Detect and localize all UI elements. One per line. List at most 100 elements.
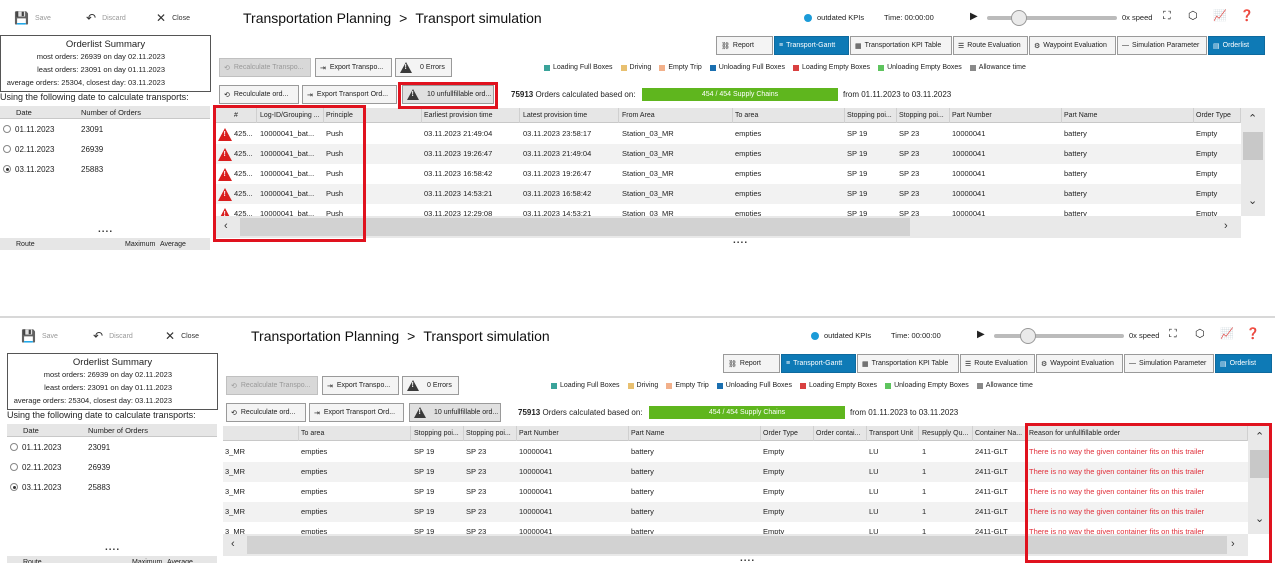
column-header[interactable]: Transport Unit [867, 426, 919, 441]
date-row[interactable]: 02.11.2023 26939 [0, 139, 210, 159]
column-header[interactable]: Part Name [1062, 108, 1194, 123]
column-header[interactable]: Stopping poi... [897, 108, 950, 123]
scroll-thumb[interactable] [247, 536, 1227, 554]
column-header[interactable]: Container Na... [973, 426, 1026, 441]
recalculate-transports-button[interactable]: ⟲ Recalculate Transpo... [226, 376, 318, 395]
tab-orderlist[interactable]: ▤ Orderlist [1208, 36, 1265, 55]
splitter-handle[interactable]: .... [98, 224, 113, 235]
scroll-thumb[interactable] [1243, 132, 1263, 160]
tab-simulation-parameter[interactable]: — Simulation Parameter [1124, 354, 1214, 373]
speed-slider[interactable] [994, 328, 1124, 344]
column-header[interactable]: Stopping poi... [464, 426, 517, 441]
horizontal-scrollbar[interactable]: ‹ › [223, 534, 1248, 556]
column-header[interactable]: From Area [620, 108, 733, 123]
column-header[interactable]: Latest provision time [521, 108, 619, 123]
fit-icon[interactable]: ⛶ [1163, 11, 1171, 22]
unfulfillable-orders-button[interactable]: 10 unfullfillable ord... [409, 403, 501, 422]
column-header[interactable]: # [232, 108, 257, 123]
table-row[interactable]: 3_MR empties SP 19 SP 23 10000041 battery Empt… [223, 442, 1248, 462]
scroll-up-icon[interactable]: ⌃ [1248, 114, 1257, 125]
date-row[interactable]: 02.11.2023 26939 [7, 457, 217, 477]
errors-button[interactable]: 0 Errors [395, 58, 452, 77]
save-button[interactable]: 💾 Save [21, 330, 58, 342]
recalculate-orders-button[interactable]: ⟲ Reculculate ord... [226, 403, 306, 422]
tab-report[interactable]: ⛓ Report [716, 36, 773, 55]
help-icon[interactable]: ❓ [1240, 11, 1254, 22]
tab-simulation-parameter[interactable]: — Simulation Parameter [1117, 36, 1207, 55]
tab-orderlist[interactable]: ▤ Orderlist [1215, 354, 1272, 373]
play-icon[interactable]: ▶ [970, 12, 978, 22]
scroll-thumb[interactable] [1250, 450, 1270, 478]
tab-transport-gantt[interactable]: ≡ Transport-Gantt [781, 354, 856, 373]
tab-waypoint-evaluation[interactable]: ⚙ Waypoint Evaluation [1036, 354, 1123, 373]
cube-icon[interactable]: ⬡ [1195, 329, 1205, 340]
radio-button[interactable] [10, 443, 18, 451]
errors-button[interactable]: 0 Errors [402, 376, 459, 395]
table-row[interactable]: 425... 10000041_bat... Push 03.11.2023 19:2… [216, 144, 1241, 164]
splitter-handle[interactable]: .... [740, 553, 755, 563]
close-button[interactable]: ✕ Close [165, 330, 199, 342]
splitter-handle[interactable]: .... [733, 235, 748, 246]
column-header[interactable]: Reason for unfullfillable order [1027, 426, 1248, 441]
table-row[interactable]: 3_MR empties SP 19 SP 23 10000041 battery Empt… [223, 502, 1248, 522]
scroll-right-icon[interactable]: › [1231, 539, 1235, 550]
radio-button[interactable] [10, 463, 18, 471]
column-header[interactable]: Order Type [1194, 108, 1241, 123]
column-header[interactable]: Part Number [517, 426, 629, 441]
column-header[interactable]: Part Number [950, 108, 1062, 123]
vertical-scrollbar[interactable]: ⌃ ⌄ [1248, 426, 1272, 534]
tab-route-evaluation[interactable]: ☰ Route Evaluation [960, 354, 1035, 373]
radio-button[interactable] [3, 125, 11, 133]
table-row[interactable]: 425... 10000041_bat... Push 03.11.2023 21:4… [216, 124, 1241, 144]
column-header[interactable]: Order contai... [814, 426, 867, 441]
radio-button-selected[interactable] [10, 483, 18, 491]
tab-route-evaluation[interactable]: ☰ Route Evaluation [953, 36, 1028, 55]
slider-handle[interactable] [1020, 328, 1036, 344]
column-header[interactable]: Resupply Qu... [920, 426, 973, 441]
export-orders-button[interactable]: ⇥ Export Transport Ord... [302, 85, 397, 104]
date-row[interactable]: 03.11.2023 25883 [0, 159, 210, 179]
horizontal-scrollbar[interactable]: ‹ › [216, 216, 1241, 238]
tab-kpi-table[interactable]: ▦ Transportation KPI Table [850, 36, 952, 55]
table-row[interactable]: 3_MR empties SP 19 SP 23 10000041 battery Empt… [223, 462, 1248, 482]
column-header[interactable]: Order Type [761, 426, 814, 441]
play-icon[interactable]: ▶ [977, 330, 985, 340]
close-button[interactable]: ✕ Close [156, 12, 190, 24]
fit-icon[interactable]: ⛶ [1169, 329, 1177, 340]
export-transports-button[interactable]: ⇥ Export Transpo... [315, 58, 392, 77]
date-row[interactable]: 01.11.2023 23091 [7, 437, 217, 457]
scroll-left-icon[interactable]: ‹ [224, 221, 228, 232]
scroll-right-icon[interactable]: › [1224, 221, 1228, 232]
date-row[interactable]: 01.11.2023 23091 [0, 119, 210, 139]
table-row[interactable]: 3_MR empties SP 19 SP 23 10000041 battery Empt… [223, 522, 1248, 534]
column-header[interactable]: Stopping poi... [412, 426, 464, 441]
column-header[interactable]: Part Name [629, 426, 761, 441]
export-orders-button[interactable]: ⇥ Export Transport Ord... [309, 403, 404, 422]
column-header[interactable] [223, 426, 299, 441]
unfulfillable-orders-button[interactable]: 10 unfullfillable ord... [402, 85, 494, 104]
discard-button[interactable]: ↶ Discard [86, 12, 126, 24]
recalculate-orders-button[interactable]: ⟲ Reculculate ord... [219, 85, 299, 104]
recalculate-transports-button[interactable]: ⟲ Recalculate Transpo... [219, 58, 311, 77]
tab-transport-gantt[interactable]: ≡ Transport-Gantt [774, 36, 849, 55]
scroll-thumb[interactable] [240, 218, 910, 236]
splitter-handle[interactable]: .... [105, 542, 120, 553]
chart-icon[interactable]: 📈 [1213, 11, 1227, 22]
column-header[interactable]: Principle [324, 108, 422, 123]
chart-icon[interactable]: 📈 [1220, 329, 1234, 340]
help-icon[interactable]: ❓ [1246, 329, 1260, 340]
slider-handle[interactable] [1011, 10, 1027, 26]
export-transports-button[interactable]: ⇥ Export Transpo... [322, 376, 399, 395]
tab-kpi-table[interactable]: ▦ Transportation KPI Table [857, 354, 959, 373]
table-row[interactable]: 425... 10000041_bat... Push 03.11.2023 14:5… [216, 184, 1241, 204]
discard-button[interactable]: ↶ Discard [93, 330, 133, 342]
tab-report[interactable]: ⛓ Report [723, 354, 780, 373]
scroll-down-icon[interactable]: ⌄ [1255, 514, 1264, 525]
column-header[interactable]: To area [299, 426, 411, 441]
scroll-up-icon[interactable]: ⌃ [1255, 432, 1264, 443]
column-header[interactable]: Log-ID/Grouping ... [258, 108, 324, 123]
tab-waypoint-evaluation[interactable]: ⚙ Waypoint Evaluation [1029, 36, 1116, 55]
scroll-left-icon[interactable]: ‹ [231, 539, 235, 550]
table-row[interactable]: 425... 10000041_bat... Push 03.11.2023 16:5… [216, 164, 1241, 184]
radio-button[interactable] [3, 145, 11, 153]
